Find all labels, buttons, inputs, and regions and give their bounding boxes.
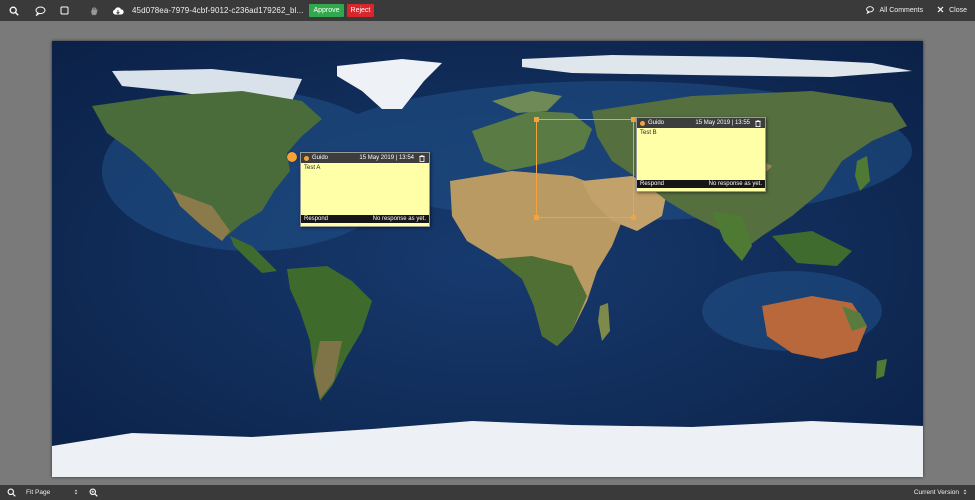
response-status: No response as yet. [708,181,762,187]
select-arrows-icon [963,489,967,497]
world-map-image[interactable] [52,41,923,477]
search-icon[interactable] [0,0,28,21]
comment-text: Test B [640,130,657,136]
bottom-toolbar: Fit Page Current Version [0,485,975,500]
comment-note-a: Guido 15 May 2019 | 13:54 Test A Respond… [300,152,430,227]
comment-region-b[interactable] [534,117,636,220]
author-status-dot [304,155,309,161]
trash-icon[interactable] [754,119,762,128]
comment-text: Test A [304,165,321,171]
comment-header: Guido 15 May 2019 | 13:54 [301,153,429,163]
reject-button[interactable]: Reject [346,4,375,17]
comments-icon [865,5,875,16]
comment-date: 15 May 2019 | 13:55 [695,120,750,126]
zoom-select[interactable]: Fit Page [22,489,82,497]
select-arrows-icon [74,489,78,497]
author-status-dot [640,120,645,126]
top-toolbar: 45d078ea-7979-4cbf-9012-c236ad179262_bl.… [0,0,975,21]
version-value: Current Version [913,489,959,496]
all-comments-button[interactable]: All Comments [865,5,924,16]
comment-icon[interactable] [28,0,52,21]
response-status: No response as yet. [372,216,426,222]
cloud-download-icon[interactable] [106,0,130,21]
rectangle-icon[interactable] [52,0,76,21]
resize-handle-top-left[interactable] [534,117,539,122]
comment-footer: Respond No response as yet. [301,215,429,223]
respond-button[interactable]: Respond [304,216,328,222]
comment-header: Guido 15 May 2019 | 13:55 [637,118,765,128]
hand-icon[interactable] [82,0,106,21]
comment-author: Guido [312,155,329,161]
comment-marker-a[interactable] [287,152,297,162]
file-name: 45d078ea-7979-4cbf-9012-c236ad179262_bl.… [132,6,304,15]
all-comments-label: All Comments [879,7,924,14]
comment-author: Guido [648,120,665,126]
zoom-value: Fit Page [26,489,51,496]
close-button[interactable]: Close [937,6,967,15]
version-select[interactable]: Current Version [914,485,967,500]
comment-footer: Respond No response as yet. [637,180,765,188]
respond-button[interactable]: Respond [640,181,664,187]
close-label: Close [949,7,967,14]
comment-date: 15 May 2019 | 13:54 [359,155,414,161]
resize-handle-bottom-right[interactable] [631,215,636,220]
resize-handle-bottom-left[interactable] [534,215,539,220]
trash-icon[interactable] [418,154,426,163]
zoom-out-icon[interactable] [0,485,22,500]
zoom-in-icon[interactable] [82,485,104,500]
approve-button[interactable]: Approve [309,4,344,17]
comment-note-b: Guido 15 May 2019 | 13:55 Test B Respond… [636,117,766,192]
close-icon [937,6,944,15]
